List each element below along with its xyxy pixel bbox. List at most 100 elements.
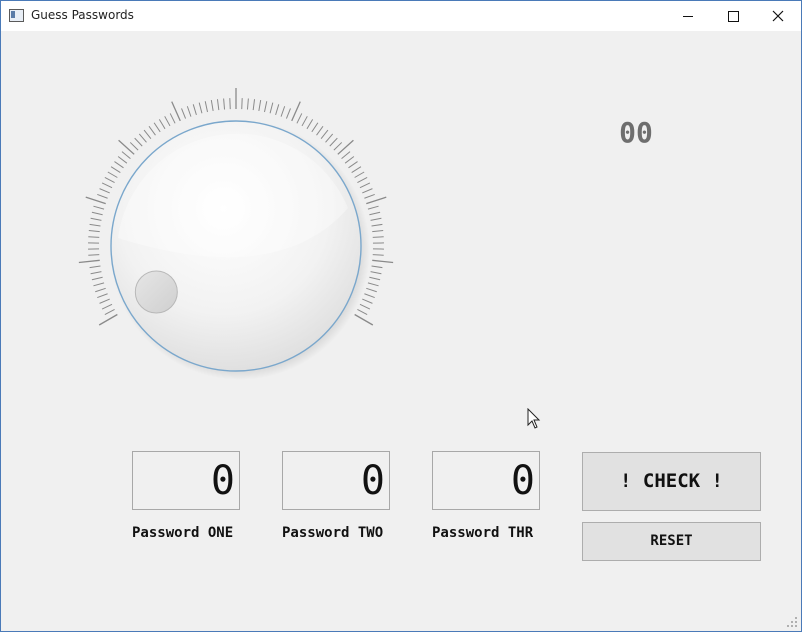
dial-tick bbox=[263, 101, 268, 113]
dial-tick bbox=[223, 98, 226, 110]
dial-tick bbox=[192, 104, 197, 115]
attempt-counter: 00 bbox=[619, 116, 653, 149]
close-button[interactable] bbox=[755, 1, 801, 31]
password-one-display: 0 bbox=[132, 451, 240, 510]
dial-tick bbox=[320, 129, 329, 139]
dial-tick bbox=[134, 137, 143, 147]
dial-tick bbox=[169, 113, 176, 124]
dial-tick bbox=[148, 125, 156, 136]
dial-tick bbox=[99, 188, 110, 194]
dial-tick bbox=[367, 205, 379, 210]
password-three-label: Password THR bbox=[432, 525, 534, 541]
maximize-button[interactable] bbox=[710, 1, 756, 31]
password-one-label: Password ONE bbox=[132, 525, 234, 541]
dial-tick bbox=[354, 171, 365, 178]
dial-tick bbox=[357, 309, 368, 316]
mouse-cursor-icon bbox=[527, 408, 541, 429]
dial-tick bbox=[104, 176, 115, 183]
dial-tick bbox=[370, 217, 382, 221]
dial-tick bbox=[311, 122, 319, 133]
dial-tick bbox=[366, 287, 377, 293]
dial-tick bbox=[153, 122, 161, 133]
resize-grip-icon[interactable] bbox=[786, 616, 798, 628]
dial-tick bbox=[107, 171, 118, 178]
dial-major-tick bbox=[366, 196, 387, 205]
dial-major-tick bbox=[354, 313, 374, 326]
dial-tick bbox=[164, 116, 171, 127]
dial-tick bbox=[91, 276, 103, 281]
title-bar[interactable]: Guess Passwords bbox=[1, 1, 801, 31]
dial-tick bbox=[252, 99, 256, 111]
dial-tick bbox=[362, 188, 373, 194]
dial-tick bbox=[89, 265, 101, 269]
dial-tick bbox=[181, 108, 187, 119]
password-two-display: 0 bbox=[282, 451, 390, 510]
dial-tick bbox=[97, 193, 108, 199]
dial-tick bbox=[89, 223, 101, 227]
dial-tick bbox=[275, 104, 280, 115]
dial-tick bbox=[104, 309, 115, 316]
dial-tick bbox=[372, 230, 384, 233]
dial-tick bbox=[110, 166, 121, 174]
dial-tick bbox=[333, 142, 343, 151]
dial-tick bbox=[371, 265, 383, 269]
dial-tick bbox=[341, 151, 351, 160]
dial-tick bbox=[198, 102, 203, 114]
password-two-digit: 0 bbox=[360, 458, 385, 504]
dial-tick bbox=[364, 193, 375, 199]
dial-tick bbox=[93, 205, 105, 210]
dial-tick bbox=[99, 298, 110, 304]
window-title: Guess Passwords bbox=[31, 8, 134, 22]
dial-tick bbox=[93, 282, 105, 287]
dial-tick bbox=[280, 106, 286, 117]
dial-major-tick bbox=[171, 101, 181, 122]
password-dial[interactable] bbox=[78, 88, 394, 404]
dial-tick bbox=[138, 133, 147, 143]
dial-tick bbox=[362, 298, 373, 304]
dial-tick bbox=[117, 156, 128, 164]
dial-grip-handle[interactable] bbox=[134, 270, 178, 314]
dial-tick bbox=[158, 119, 166, 130]
check-button[interactable]: ! CHECK ! bbox=[582, 452, 761, 511]
dial-tick bbox=[97, 293, 108, 299]
dial-major-tick bbox=[98, 313, 118, 326]
dial-tick bbox=[90, 217, 102, 221]
dial-tick bbox=[88, 254, 100, 256]
dial-tick bbox=[325, 133, 334, 143]
dial-tick bbox=[351, 166, 362, 174]
maximize-icon bbox=[727, 10, 739, 22]
dial-tick bbox=[95, 287, 106, 293]
password-one-digit: 0 bbox=[210, 458, 235, 504]
dial-tick bbox=[372, 254, 384, 256]
dial-major-tick bbox=[291, 101, 301, 122]
dial-tick bbox=[258, 99, 262, 112]
close-icon bbox=[772, 10, 784, 22]
password-three-digit: 0 bbox=[510, 458, 535, 504]
dial-tick bbox=[246, 98, 249, 110]
dial-tick bbox=[357, 176, 368, 183]
dial-tick bbox=[371, 223, 383, 227]
dial-tick bbox=[369, 211, 381, 216]
password-three-display: 0 bbox=[432, 451, 540, 510]
dial-tick bbox=[90, 271, 102, 275]
reset-button[interactable]: RESET bbox=[582, 522, 761, 561]
dial-tick bbox=[370, 271, 382, 275]
dial-tick bbox=[210, 99, 214, 112]
dial-tick bbox=[216, 99, 220, 111]
dial-major-tick bbox=[78, 259, 100, 264]
dial-tick bbox=[269, 102, 274, 114]
dial-major-tick bbox=[118, 139, 135, 155]
dial-tick bbox=[88, 236, 100, 238]
dial-tick bbox=[367, 282, 379, 287]
app-icon bbox=[9, 9, 24, 22]
dial-tick bbox=[285, 108, 291, 119]
dial-tick bbox=[296, 113, 303, 124]
dial-tick bbox=[316, 125, 324, 136]
minimize-button[interactable] bbox=[665, 1, 711, 31]
dial-major-tick bbox=[372, 259, 394, 264]
dial-tick bbox=[369, 276, 381, 281]
dial-graphic[interactable] bbox=[78, 88, 394, 404]
dial-tick bbox=[101, 303, 113, 310]
dial-tick bbox=[91, 211, 103, 216]
dial-major-tick bbox=[337, 139, 354, 155]
